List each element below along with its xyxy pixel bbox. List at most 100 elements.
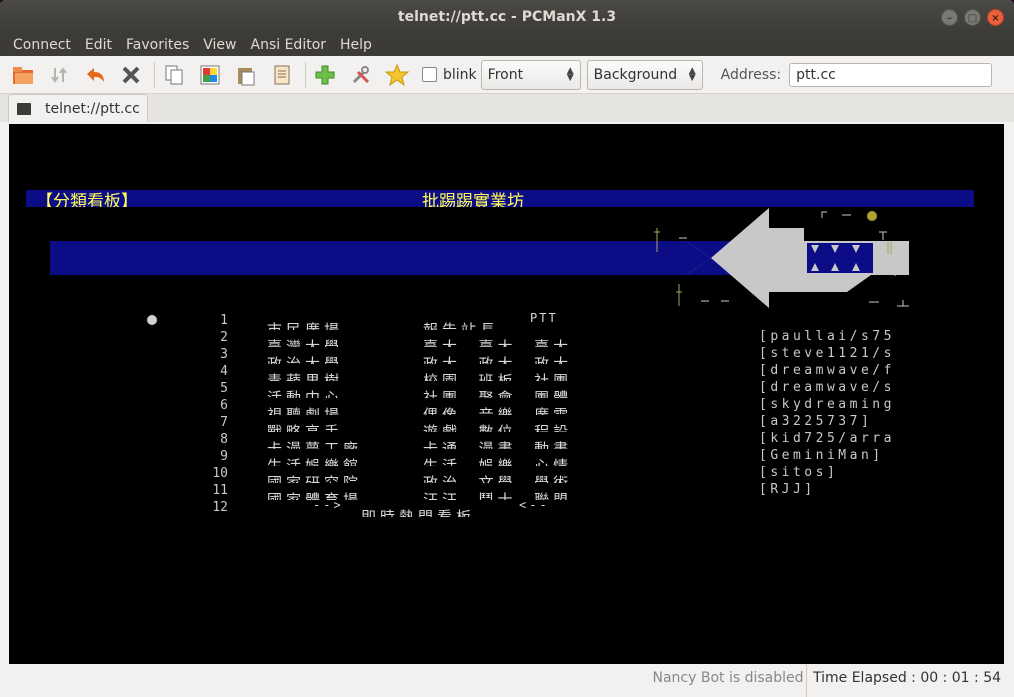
toolbar: blink Front ▲ ▼ Background ▲ ▼ Address:: [0, 56, 1014, 94]
row-number: 10: [212, 466, 228, 481]
blink-label: blink: [443, 66, 477, 83]
star-icon[interactable]: [384, 62, 410, 88]
toolbar-separator: [305, 61, 306, 88]
board-header-bar: 【分類看板】 批踢踢實業坊: [26, 190, 974, 207]
row-number: 1: [220, 313, 228, 328]
menu-view[interactable]: View: [196, 37, 243, 53]
board-name[interactable]: 青蘋果樹: [267, 368, 343, 381]
row-number: 6: [220, 398, 228, 413]
app-window: telnet://ptt.cc - PCManX 1.3 – □ × Conne…: [0, 0, 1014, 697]
arrow-right: <--: [519, 498, 550, 512]
user-entry: [paullai/s75: [759, 329, 895, 344]
board-desc: 生活, 娛樂, 心情: [423, 457, 573, 466]
user-entry: [skydreaming: [759, 397, 895, 412]
fish-art: [639, 208, 909, 308]
board-name[interactable]: 生活娛樂館: [267, 453, 362, 466]
menu-help[interactable]: Help: [333, 37, 379, 53]
open-folder-icon[interactable]: [10, 62, 36, 88]
menu-bar: Connect Edit Favorites View Ansi Editor …: [0, 34, 1014, 56]
board-name[interactable]: 戰略高手: [267, 419, 343, 432]
window-title: telnet://ptt.cc - PCManX 1.3: [397, 9, 617, 25]
arrow-left: -->: [313, 498, 344, 512]
board-desc: 偶像, 音樂, 廣電: [423, 406, 573, 415]
menu-ansi-editor[interactable]: Ansi Editor: [244, 37, 334, 53]
row-number: 12: [212, 500, 228, 515]
board-header-left: 【分類看板】: [36, 192, 138, 207]
board-desc: 政大, 政大, 政大: [423, 355, 573, 364]
front-color-select[interactable]: Front ▲ ▼: [480, 59, 581, 90]
user-entry: [RJJ]: [759, 482, 816, 497]
board-name[interactable]: 活動中心: [267, 385, 343, 398]
hot-boards-label[interactable]: 即時熱門看板: [361, 504, 475, 517]
board-desc: 遊戲, 數位, 程設: [423, 423, 573, 432]
menu-favorites[interactable]: Favorites: [119, 37, 196, 53]
add-favorite-icon[interactable]: [312, 62, 338, 88]
preferences-icon[interactable]: [348, 62, 374, 88]
cursor-dot: [147, 315, 157, 325]
title-bar: telnet://ptt.cc - PCManX 1.3 – □ ×: [0, 0, 1014, 34]
paste-icon[interactable]: [233, 62, 259, 88]
user-entry: [steve1121/s: [759, 346, 895, 361]
board-header-center: 批踢踢實業坊: [422, 192, 524, 207]
board-desc: 臺大, 臺大, 臺大: [423, 338, 573, 347]
row-number: 3: [220, 347, 228, 362]
paste-file-icon[interactable]: [269, 62, 295, 88]
menu-edit[interactable]: Edit: [78, 37, 119, 53]
undo-icon[interactable]: [82, 62, 108, 88]
board-name[interactable]: 卡漫夢工廠: [267, 436, 362, 449]
board-desc: 政治, 文學, 學術: [423, 474, 573, 483]
user-entry: [dreamwave/s: [759, 380, 895, 395]
tab-label: telnet://ptt.cc: [45, 100, 140, 117]
address-input[interactable]: [789, 62, 993, 87]
user-column: [paullai/s75 [steve1121/s [dreamwave/f […: [759, 328, 895, 498]
terminal-screen[interactable]: 【分類看板】 批踢踢實業坊 1 2 3 4 5 6 7 8 9 10 11 12…: [9, 124, 1004, 664]
board-desc: 校園, 班板, 社團: [423, 372, 573, 381]
banner-bar: [50, 241, 686, 275]
menu-connect[interactable]: Connect: [6, 37, 78, 53]
blink-checkbox-box[interactable]: [422, 67, 437, 82]
spinner-arrows-icon: ▲ ▼: [688, 65, 696, 83]
terminal-icon: [17, 102, 31, 115]
board-name[interactable]: 臺灣大學: [267, 334, 343, 347]
tab-bar: telnet://ptt.cc: [0, 94, 1014, 122]
board-desc: 汪汪, 鬥士, 聯盟: [423, 491, 573, 500]
row-number: 4: [220, 364, 228, 379]
user-entry: [dreamwave/f: [759, 363, 895, 378]
copy-icon[interactable]: [161, 62, 187, 88]
user-entry: [GeminiMan]: [759, 448, 884, 463]
row-number: 2: [220, 330, 228, 345]
board-name[interactable]: 市民廣場: [267, 317, 343, 330]
row-number: 9: [220, 449, 228, 464]
background-color-select[interactable]: Background ▲ ▼: [586, 59, 703, 90]
board-desc: 社團, 聚會, 團體: [423, 389, 573, 398]
toolbar-separator: [154, 61, 155, 88]
blink-checkbox[interactable]: blink: [422, 67, 477, 83]
board-name[interactable]: 視聽劇場: [267, 402, 343, 415]
background-color-value: Background: [593, 66, 678, 83]
row-number: 5: [220, 381, 228, 396]
reconnect-icon[interactable]: [46, 62, 72, 88]
board-desc: 報告站長: [423, 321, 500, 330]
maximize-button[interactable]: □: [964, 9, 981, 26]
minimize-button[interactable]: –: [941, 9, 958, 26]
close-button[interactable]: ×: [987, 9, 1004, 26]
nancy-bot-status: Nancy Bot is disabled: [650, 664, 807, 697]
disconnect-icon[interactable]: [118, 62, 144, 88]
tab-ptt[interactable]: telnet://ptt.cc: [8, 94, 148, 122]
address-label: Address:: [720, 66, 782, 83]
row-number-column: 1 2 3 4 5 6 7 8 9 10 11 12: [204, 312, 228, 516]
front-color-value: Front: [487, 66, 524, 83]
spinner-arrows-icon: ▲ ▼: [566, 65, 574, 83]
board-name[interactable]: 國家研究院: [267, 470, 362, 483]
board-desc: 卡通, 漫畫, 動畫: [423, 440, 573, 449]
window-controls: – □ ×: [941, 9, 1004, 26]
color-copy-icon[interactable]: [197, 62, 223, 88]
user-entry: [a3225737]: [759, 414, 873, 429]
row-number: 11: [212, 483, 228, 498]
user-entry: [kid725/arra: [759, 431, 895, 446]
board-name[interactable]: 政治大學: [267, 351, 343, 364]
status-bar: Nancy Bot is disabled Time Elapsed : 00 …: [0, 664, 1014, 697]
board-tag: PTT: [530, 311, 558, 325]
row-number: 7: [220, 415, 228, 430]
user-entry: [sitos]: [759, 465, 839, 480]
